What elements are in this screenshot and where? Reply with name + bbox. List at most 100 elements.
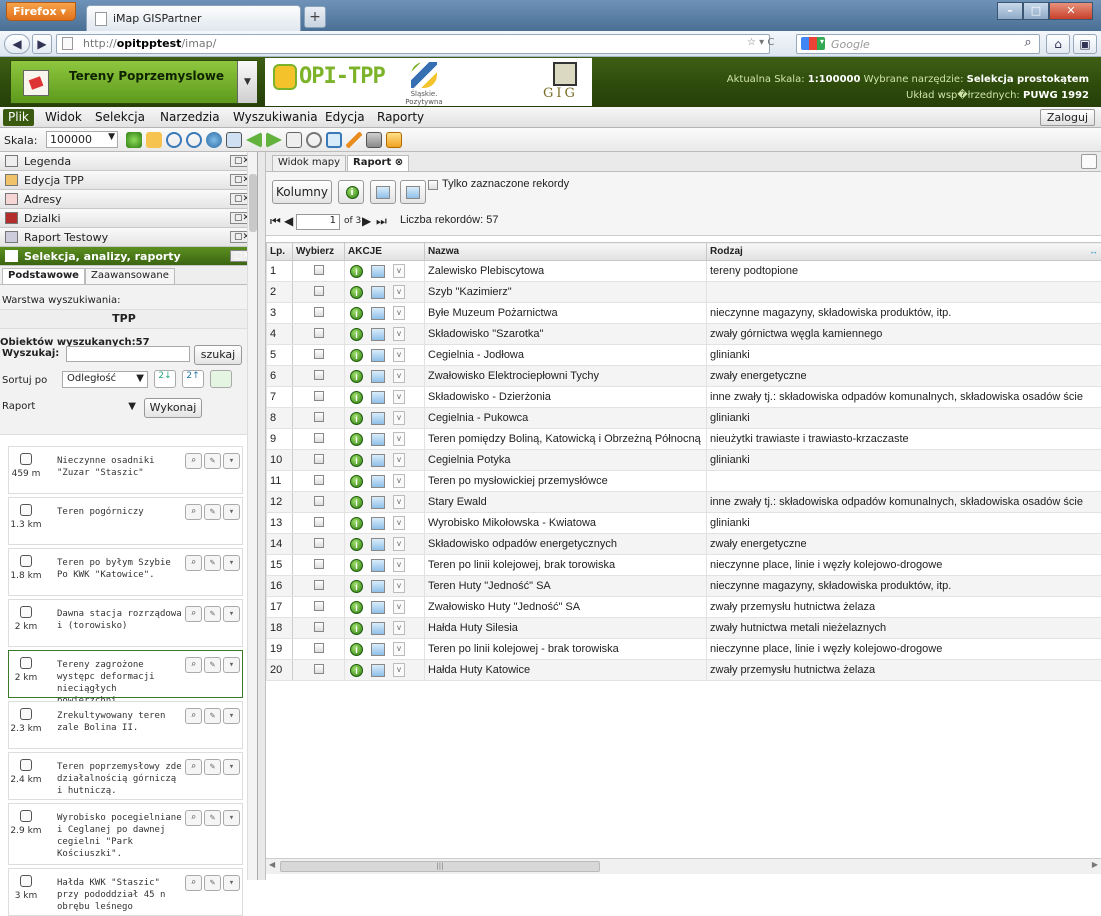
pencil-icon[interactable]: ✎	[204, 555, 221, 571]
list-item[interactable]: 1.3 kmTeren pogórniczy⌕✎▾	[8, 497, 243, 545]
row-checkbox[interactable]	[314, 643, 324, 653]
pencil-icon[interactable]: ✎	[204, 657, 221, 673]
zoom-to-icon[interactable]: ⌕	[185, 453, 202, 469]
zoom-to-icon[interactable]: ⌕	[185, 759, 202, 775]
zoom-to-icon[interactable]: ⌕	[185, 606, 202, 622]
info-icon[interactable]: i	[350, 391, 363, 404]
menu-plik[interactable]: Plik	[3, 109, 34, 126]
row-checkbox[interactable]	[314, 412, 324, 422]
chevron-down-icon[interactable]: v	[393, 306, 405, 320]
table-row[interactable]: 14ivSkładowisko odpadów energetycznychzw…	[267, 534, 1101, 555]
row-checkbox[interactable]	[314, 391, 324, 401]
row-checkbox[interactable]	[314, 559, 324, 569]
row-checkbox[interactable]	[314, 286, 324, 296]
map-icon[interactable]	[371, 307, 385, 320]
rectangle-select-icon[interactable]	[326, 132, 342, 148]
layer-selector[interactable]: Tereny Poprzemyslowe ▼	[10, 60, 257, 104]
pencil-icon[interactable]: ✎	[204, 504, 221, 520]
accordion-dzialki[interactable]: Dzialki▢✕	[0, 209, 257, 228]
zoom-to-icon[interactable]: ⌕	[185, 657, 202, 673]
chevron-down-icon[interactable]: v	[393, 411, 405, 425]
scrollbar-thumb[interactable]	[249, 174, 257, 232]
map-icon[interactable]	[371, 412, 385, 425]
row-checkbox[interactable]	[314, 454, 324, 464]
chevron-down-icon[interactable]: ▾	[223, 504, 240, 520]
chevron-down-icon[interactable]: v	[393, 579, 405, 593]
chevron-down-icon[interactable]: ▾	[223, 810, 240, 826]
info-icon[interactable]: i	[350, 433, 363, 446]
search-input[interactable]: Google	[796, 34, 1040, 54]
tab-report[interactable]: Raport ⊗	[347, 155, 409, 171]
chevron-down-icon[interactable]: v	[393, 600, 405, 614]
columns-button[interactable]: Kolumny	[272, 180, 332, 204]
close-icon[interactable]: ⊗	[395, 157, 403, 168]
login-button[interactable]: Zaloguj	[1040, 109, 1095, 126]
tab-podstawowe[interactable]: Podstawowe	[2, 268, 85, 284]
menu-edycja[interactable]: Edycja	[320, 109, 370, 126]
chevron-down-icon[interactable]: ▾	[223, 657, 240, 673]
map-icon[interactable]	[371, 643, 385, 656]
column-header-rodzaj[interactable]: Rodzaj↔	[707, 243, 1101, 261]
map-selected-button[interactable]	[400, 180, 426, 204]
menu-widok[interactable]: Widok	[40, 109, 87, 126]
maximize-button[interactable]: □	[1023, 2, 1049, 20]
chevron-down-icon[interactable]: ▾	[223, 555, 240, 571]
list-item[interactable]: 3 kmHałda KWK "Staszic" przy pododdział …	[8, 868, 243, 916]
chevron-down-icon[interactable]: ▾	[223, 875, 240, 891]
table-row[interactable]: 2ivSzyb "Kazimierz"	[267, 282, 1101, 303]
chevron-down-icon[interactable]: ▾	[223, 606, 240, 622]
info-icon[interactable]: i	[350, 328, 363, 341]
search-button[interactable]: szukaj	[194, 345, 242, 365]
menu-selekcja[interactable]: Selekcja	[90, 109, 150, 126]
chevron-down-icon[interactable]: v	[393, 390, 405, 404]
map-icon[interactable]	[371, 622, 385, 635]
back-button[interactable]: ◀	[4, 34, 30, 54]
row-checkbox[interactable]	[314, 475, 324, 485]
list-item[interactable]: 2 kmDawna stacja rozrządowa i (torowisko…	[8, 599, 243, 647]
column-header-lp[interactable]: Lp.	[267, 243, 293, 261]
addons-button[interactable]: ▣	[1073, 34, 1097, 54]
zoom-to-icon[interactable]: ⌕	[185, 504, 202, 520]
accordion-raport-testowy[interactable]: Raport Testowy▢✕	[0, 228, 257, 247]
map-icon[interactable]	[371, 580, 385, 593]
map-icon[interactable]	[371, 349, 385, 362]
pencil-icon[interactable]: ✎	[204, 453, 221, 469]
only-selected-checkbox[interactable]	[428, 180, 438, 190]
chevron-down-icon[interactable]: v	[393, 474, 405, 488]
pan-hand-icon[interactable]	[146, 132, 162, 148]
row-checkbox[interactable]	[314, 265, 324, 275]
print-icon[interactable]	[286, 132, 302, 148]
browser-tab[interactable]: iMap GISPartner	[86, 5, 301, 31]
map-sort-icon[interactable]	[210, 370, 232, 388]
pencil-icon[interactable]: ✎	[204, 606, 221, 622]
table-row[interactable]: 19ivTeren po linii kolejowej - brak toro…	[267, 639, 1101, 660]
menu-wyszukiwania[interactable]: Wyszukiwania	[228, 109, 323, 126]
list-item[interactable]: 1.8 kmTeren po byłym Szybie Po KWK "Kato…	[8, 548, 243, 596]
map-icon[interactable]	[371, 328, 385, 341]
map-icon[interactable]	[371, 265, 385, 278]
row-checkbox[interactable]	[314, 580, 324, 590]
table-row[interactable]: 15ivTeren po linii kolejowej, brak torow…	[267, 555, 1101, 576]
table-row[interactable]: 18ivHałda Huty Silesiazwały hutnictwa me…	[267, 618, 1101, 639]
info-icon[interactable]: i	[350, 622, 363, 635]
info-icon[interactable]: i	[350, 580, 363, 593]
last-page-icon[interactable]: ⏭	[376, 214, 387, 229]
report-select[interactable]: Raport▼	[2, 401, 140, 418]
row-checkbox[interactable]	[314, 349, 324, 359]
chevron-down-icon[interactable]: v	[393, 432, 405, 446]
bookmark-star-icon[interactable]: ☆ ▾ C	[747, 37, 774, 48]
info-icon[interactable]: i	[350, 496, 363, 509]
firefox-menu-button[interactable]: Firefox ▾	[6, 2, 76, 21]
list-item[interactable]: 2.3 kmZrekultywowany teren zale Bolina I…	[8, 701, 243, 749]
panel-splitter[interactable]	[258, 152, 266, 880]
info-icon[interactable]: i	[350, 307, 363, 320]
search-text-input[interactable]	[66, 346, 190, 362]
map-icon[interactable]	[371, 391, 385, 404]
info-icon[interactable]: i	[350, 370, 363, 383]
next-page-icon[interactable]: ▶	[362, 214, 371, 228]
column-header-akcje[interactable]: AKCJE	[345, 243, 425, 261]
forward-button[interactable]: ▶	[32, 34, 52, 54]
pencil-icon[interactable]: ✎	[204, 708, 221, 724]
list-item[interactable]: 2.4 kmTeren poprzemysłowy zde działalnoś…	[8, 752, 243, 800]
table-row[interactable]: 9ivTeren pomiędzy Boliną, Katowicką i Ob…	[267, 429, 1101, 450]
